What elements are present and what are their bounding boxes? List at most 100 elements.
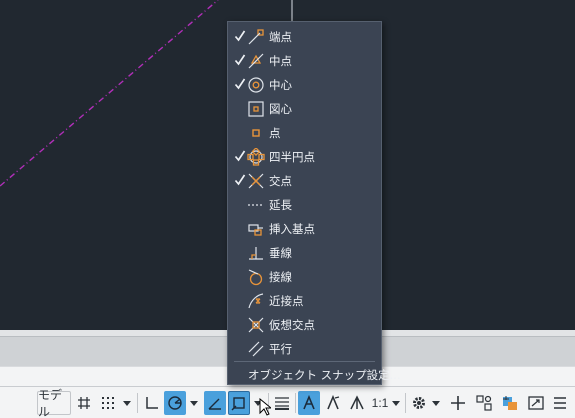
isolate-objects-button[interactable]	[473, 391, 495, 415]
status-bar: モデル 1:1	[0, 386, 575, 418]
tangent-icon	[248, 269, 263, 286]
menu-item-label: 点	[269, 126, 281, 140]
menu-item-label: 端点	[269, 30, 292, 44]
nearest-icon	[248, 293, 264, 309]
object-snap-icon	[231, 397, 245, 411]
chevron-down-icon	[392, 400, 400, 406]
isometric-drafting-button[interactable]	[204, 391, 226, 415]
insertion-icon	[248, 224, 263, 236]
chevron-down-icon	[432, 400, 440, 406]
checkmark-icon	[234, 54, 246, 66]
hardware-acceleration-button[interactable]	[499, 391, 521, 415]
extension-icon	[248, 204, 264, 206]
lineweight-icon	[275, 397, 289, 410]
checkmark-icon	[234, 174, 246, 186]
menu-item-label: 四半円点	[269, 150, 315, 164]
workspace-dropdown[interactable]	[430, 391, 442, 415]
clean-screen-button[interactable]	[525, 391, 547, 415]
chevron-down-icon	[123, 400, 131, 406]
checkmark-icon	[234, 150, 246, 162]
grid-icon	[78, 397, 90, 409]
menu-item-midpoint[interactable]: 中点	[228, 49, 381, 73]
hardware-acceleration-icon	[503, 396, 517, 410]
midpoint-icon	[248, 53, 264, 69]
snap-mode-dropdown[interactable]	[120, 391, 134, 415]
gear-icon	[413, 397, 425, 409]
polar-tracking-icon	[168, 396, 182, 410]
snap-grid-icon	[102, 397, 114, 409]
model-space-button[interactable]: モデル	[37, 388, 71, 418]
perpendicular-icon	[249, 247, 263, 260]
menu-item-label: 垂線	[269, 246, 292, 260]
plus-icon	[451, 396, 465, 410]
center-icon	[248, 77, 264, 93]
parallel-icon	[248, 341, 264, 357]
menu-item-parallel[interactable]: 平行	[228, 337, 381, 361]
chevron-down-icon	[190, 400, 198, 406]
menu-item-label: オブジェクト スナップ設定...	[248, 368, 401, 382]
menu-item-tangent[interactable]: 接線	[228, 265, 381, 289]
menu-item-node[interactable]: 点	[228, 121, 381, 145]
menu-item-apparent-intersection[interactable]: 仮想交点	[228, 313, 381, 337]
menu-item-nearest[interactable]: 近接点	[228, 289, 381, 313]
scale-value[interactable]: 1:1	[370, 391, 390, 415]
menu-item-label: 交点	[269, 174, 292, 188]
divider	[295, 393, 296, 413]
annotation-scale-icon	[303, 395, 315, 410]
intersection-icon	[248, 173, 264, 189]
endpoint-icon	[248, 29, 264, 45]
polar-tracking-button[interactable]	[164, 391, 186, 415]
auto-scale-icon	[327, 395, 340, 410]
divider	[137, 393, 138, 413]
menu-item-label: 接線	[269, 270, 292, 284]
menu-item-intersection[interactable]: 交点	[228, 169, 381, 193]
grid-button[interactable]	[73, 391, 95, 415]
mouse-cursor-icon	[259, 398, 271, 416]
fullscreen-icon	[528, 396, 544, 410]
menu-item-extension[interactable]: 延長	[228, 193, 381, 217]
menu-item-insertion[interactable]: 挿入基点	[228, 217, 381, 241]
scale-label: 1:1	[371, 396, 389, 410]
menu-item-label: 平行	[269, 342, 292, 356]
annotation-monitor-button[interactable]	[447, 391, 469, 415]
menu-item-label: 中心	[269, 78, 292, 92]
menu-item-centroid[interactable]: 図心	[228, 97, 381, 121]
menu-item-label: 図心	[269, 102, 292, 116]
menu-item-label: 延長	[269, 198, 292, 212]
menu-divider	[234, 361, 375, 362]
object-snap-menu: 端点中点中心図心点四半円点交点延長挿入基点垂線接線近接点仮想交点平行 オブジェク…	[227, 21, 401, 386]
menu-item-center[interactable]: 中心	[228, 73, 381, 97]
menu-item-label: 中点	[269, 54, 292, 68]
menu-item-label: 仮想交点	[269, 318, 315, 332]
ortho-icon	[146, 397, 158, 409]
menu-item-perpendicular[interactable]: 垂線	[228, 241, 381, 265]
object-snap-button[interactable]	[228, 391, 250, 415]
checkmark-icon	[234, 30, 246, 42]
menu-item-endpoint[interactable]: 端点	[228, 25, 381, 49]
auto-scale-button[interactable]	[322, 391, 344, 415]
centroid-icon	[248, 101, 264, 117]
hamburger-icon	[554, 397, 566, 409]
annotation-visibility-button[interactable]	[298, 391, 320, 415]
annotation-icon	[350, 395, 364, 410]
lineweight-button[interactable]	[271, 391, 293, 415]
menu-item-quadrant[interactable]: 四半円点	[228, 145, 381, 169]
menu-item-label: 挿入基点	[269, 222, 315, 236]
quadrant-icon	[247, 148, 265, 166]
polar-tracking-dropdown[interactable]	[187, 391, 201, 415]
menu-item-label: 近接点	[269, 294, 304, 308]
snap-mode-button[interactable]	[97, 391, 119, 415]
scale-dropdown[interactable]	[390, 391, 402, 415]
isodraft-icon	[208, 398, 221, 410]
node-icon	[252, 129, 260, 137]
ortho-button[interactable]	[141, 391, 163, 415]
isolate-objects-icon	[476, 395, 492, 411]
dashed-construction-line	[0, 0, 219, 187]
customization-button[interactable]	[550, 391, 570, 415]
apparent-intersection-icon	[248, 317, 264, 333]
workspace-button[interactable]	[408, 391, 430, 415]
model-space-label: モデル	[38, 388, 63, 418]
divider	[405, 393, 406, 413]
annotation-scale-button[interactable]	[346, 391, 368, 415]
menu-item-osnap-settings[interactable]: オブジェクト スナップ設定...	[228, 364, 401, 386]
